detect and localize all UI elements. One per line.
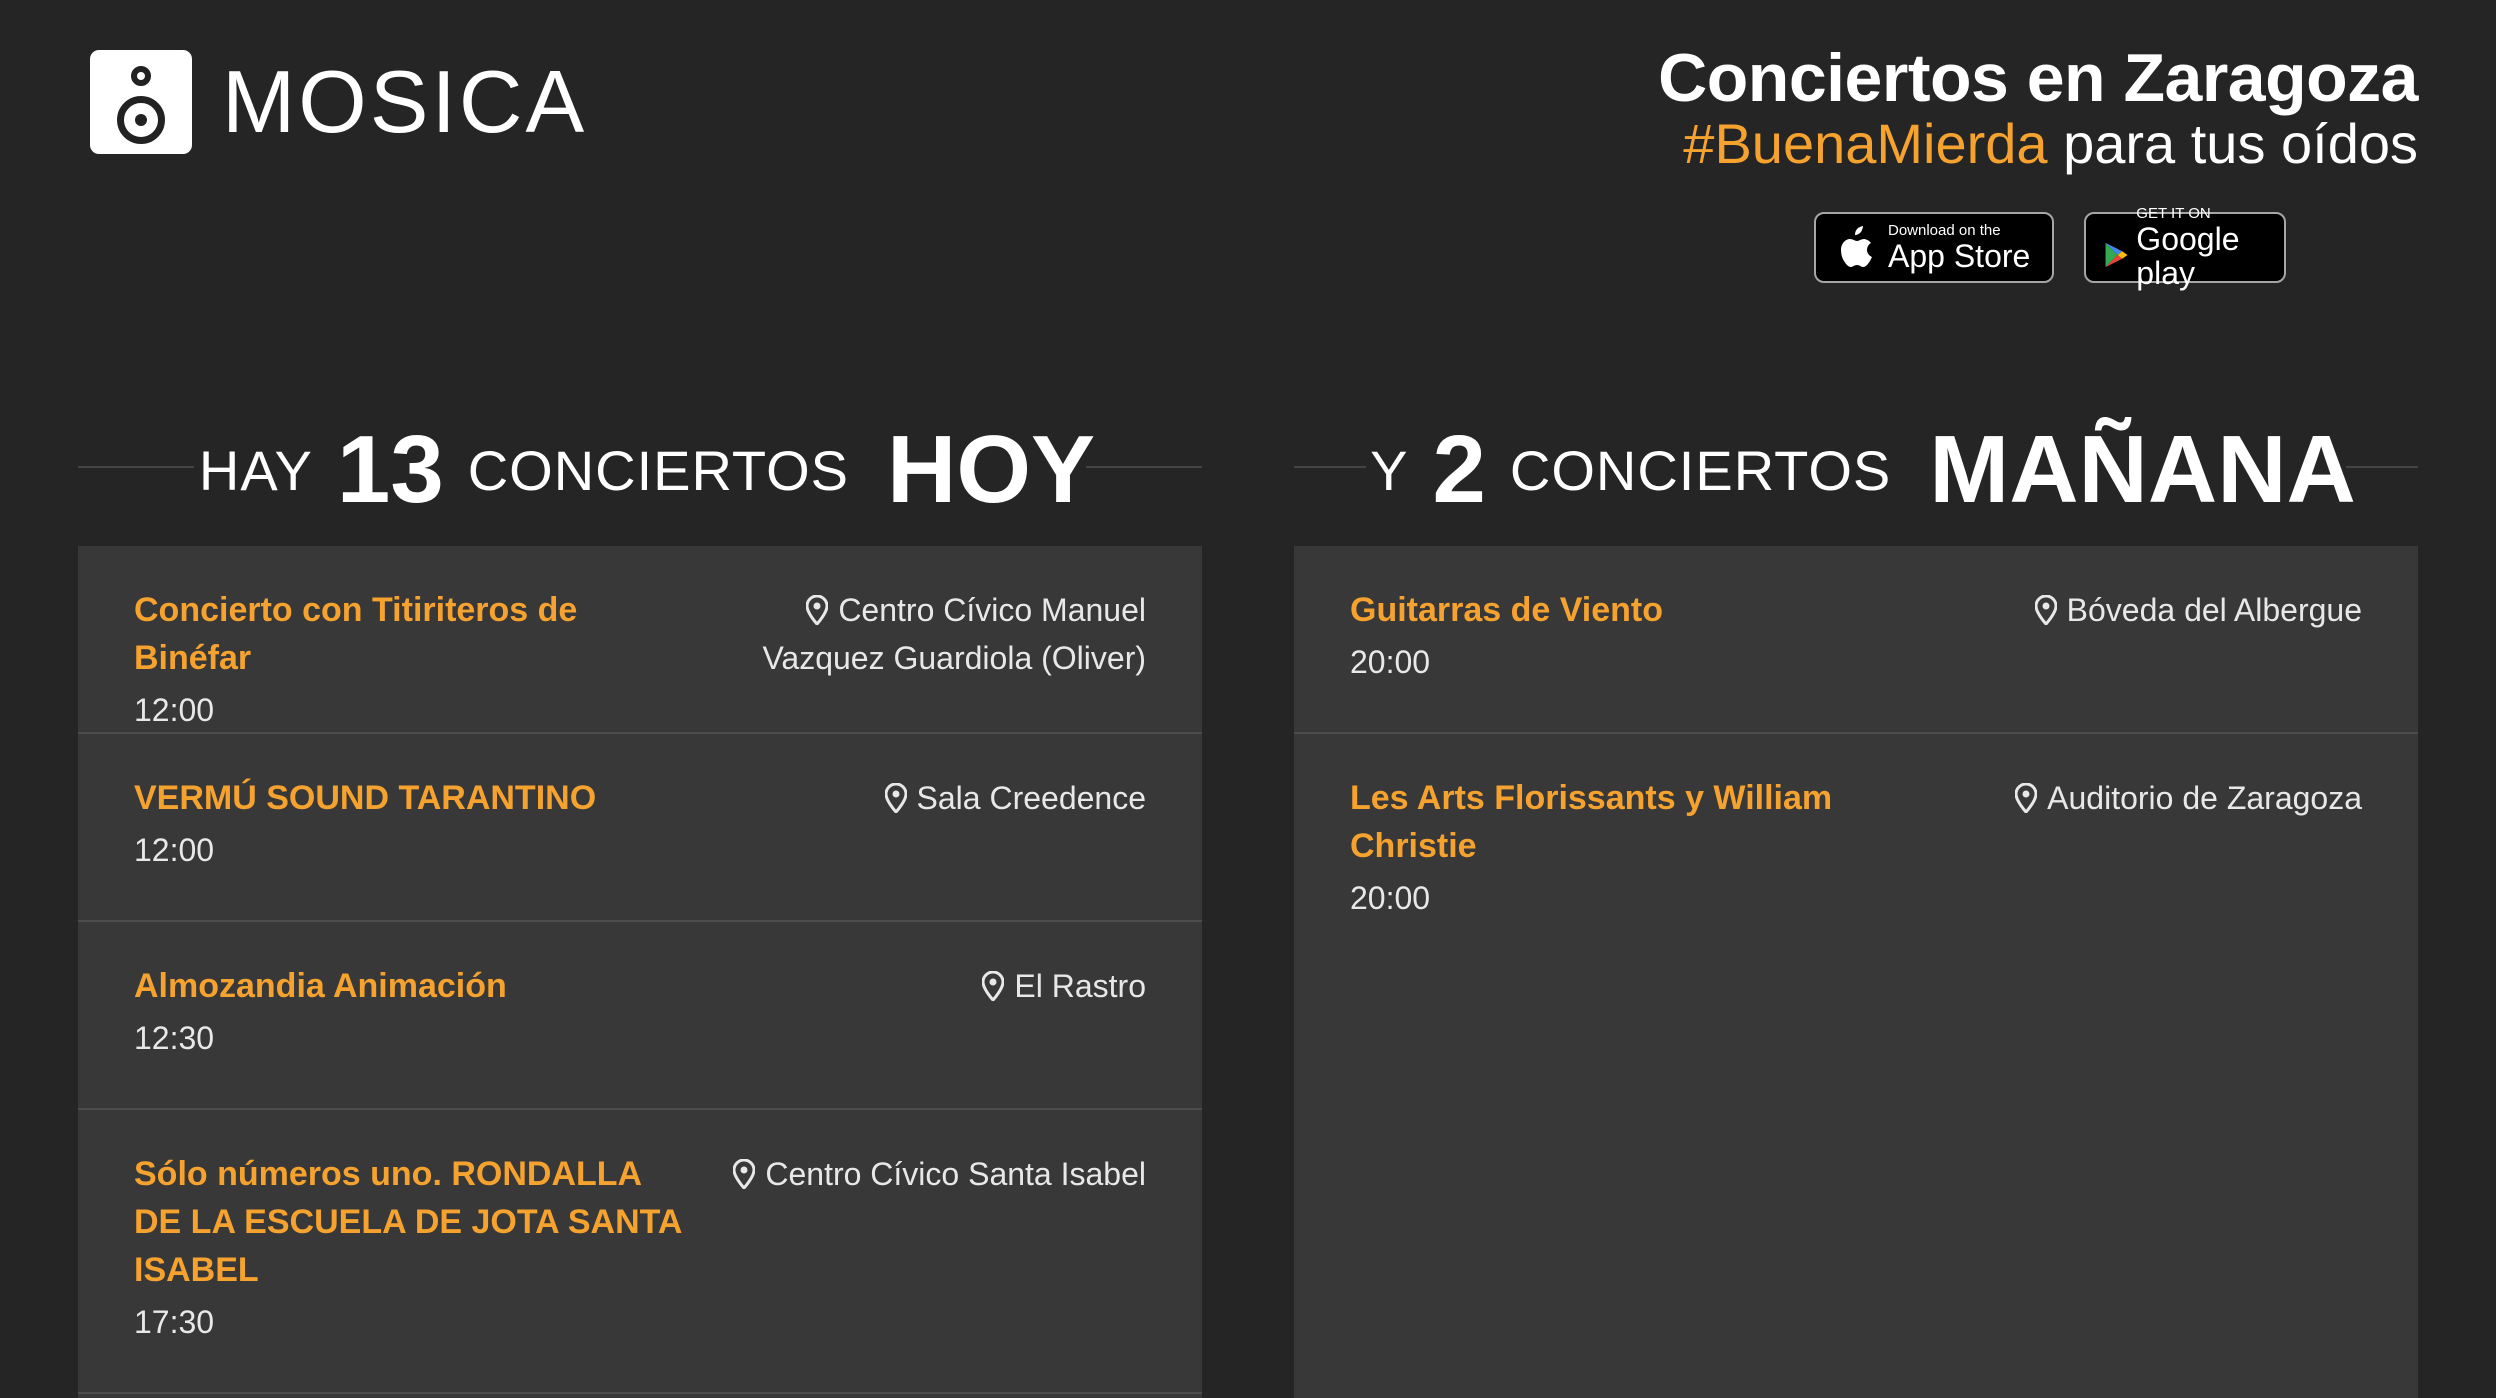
tagline: #BuenaMierda para tus oídos	[1658, 116, 2418, 172]
google-play-badge[interactable]: GET IT ON Google play	[2084, 205, 2286, 290]
tomorrow-day: MAÑANA	[1929, 416, 2356, 523]
google-play-label: Google play	[2136, 220, 2240, 291]
today-day: HOY	[887, 416, 1096, 523]
today-events-panel: Concierto con Titiriteros de Binéfar 12:…	[78, 546, 1202, 1398]
event-time: 12:00	[134, 692, 215, 728]
today-word: CONCIERTOS	[467, 438, 850, 502]
page-title: Conciertos en Zaragoza	[1658, 40, 2418, 116]
logo[interactable]: MOSICA	[90, 50, 587, 154]
map-pin-icon	[2034, 595, 2057, 625]
event-venue-label: Bóveda del Albergue	[2066, 592, 2362, 628]
event-venue-label: Centro Cívico Santa Isabel	[765, 1156, 1146, 1192]
app-store-label: App Store	[1888, 237, 2031, 274]
tomorrow-heading: Y 2 CONCIERTOS MAÑANA	[1294, 410, 2418, 530]
map-pin-icon	[806, 595, 829, 625]
event-time: 17:30	[134, 1304, 215, 1340]
event-name[interactable]: Concierto con Titiriteros de Binéfar	[134, 586, 694, 682]
store-badges: Download on the App Store GET IT ON Goog…	[1814, 205, 2286, 290]
divider	[2346, 466, 2418, 468]
hashtag: #BuenaMierda	[1683, 112, 2048, 175]
tomorrow-prefix: Y	[1370, 438, 1409, 502]
event-name[interactable]: Guitarras de Viento	[1350, 586, 1910, 634]
event-time: 20:00	[1350, 880, 1431, 916]
event-time: 20:00	[1350, 644, 1431, 680]
map-pin-icon	[2015, 783, 2038, 813]
event-name[interactable]: Sólo números uno. RONDALLA DE LA ESCUELA…	[134, 1150, 694, 1294]
event-time: 12:00	[134, 832, 215, 868]
event-item[interactable]: VERMÚ SOUND TARANTINO 12:00 Sala Creeden…	[78, 734, 1202, 922]
apple-icon	[1841, 225, 1872, 267]
event-venue[interactable]: Centro Cívico Santa Isabel	[733, 1150, 1146, 1198]
tomorrow-word: CONCIERTOS	[1509, 438, 1892, 502]
today-heading: HAY 13 CONCIERTOS HOY	[78, 410, 1202, 530]
event-name[interactable]: Almozandia Animación	[134, 962, 694, 1010]
event-venue[interactable]: Sala Creedence	[884, 774, 1146, 822]
event-item[interactable]: Concierto con Titiriteros de Binéfar 12:…	[78, 546, 1202, 734]
google-play-small-label: GET IT ON	[2136, 204, 2211, 222]
event-name[interactable]: VERMÚ SOUND TARANTINO	[134, 774, 694, 822]
tomorrow-count: 2	[1432, 416, 1486, 523]
event-venue[interactable]: Centro Cívico Manuel Vazquez Guardiola (…	[686, 586, 1146, 682]
tomorrow-events-panel: Guitarras de Viento 20:00 Bóveda del Alb…	[1294, 546, 2418, 1398]
site-headline: Conciertos en Zaragoza #BuenaMierda para…	[1658, 40, 2418, 172]
event-venue-label: El Rastro	[1014, 968, 1146, 1004]
brand-name: MOSICA	[222, 52, 588, 151]
today-prefix: HAY	[198, 438, 313, 502]
event-time: 12:30	[134, 1020, 215, 1056]
event-venue[interactable]: Bóveda del Albergue	[2034, 586, 2362, 634]
tagline-text: para tus oídos	[2047, 112, 2418, 175]
event-venue[interactable]: El Rastro	[982, 962, 1146, 1010]
event-name[interactable]: Les Arts Florissants y William Christie	[1350, 774, 1910, 870]
app-store-small-label: Download on the	[1888, 221, 2001, 239]
map-pin-icon	[733, 1159, 756, 1189]
event-item[interactable]: Les Arts Florissants y William Christie …	[1294, 734, 2418, 970]
google-play-icon	[2105, 242, 2128, 267]
event-venue[interactable]: Auditorio de Zaragoza	[2015, 774, 2362, 822]
divider	[1294, 466, 1366, 468]
app-store-badge[interactable]: Download on the App Store	[1814, 212, 2054, 283]
event-item[interactable]: Almozandia Animación 12:30 El Rastro	[78, 922, 1202, 1110]
divider	[1086, 466, 1202, 468]
event-item[interactable]: Sólo números uno. RONDALLA DE LA ESCUELA…	[78, 1110, 1202, 1394]
event-item[interactable]: Guitarras de Viento 20:00 Bóveda del Alb…	[1294, 546, 2418, 734]
map-pin-icon	[982, 971, 1005, 1001]
today-count: 13	[336, 416, 444, 523]
map-pin-icon	[884, 783, 907, 813]
event-venue-label: Sala Creedence	[916, 780, 1146, 816]
divider	[78, 466, 194, 468]
speaker-icon	[90, 50, 192, 154]
event-venue-label: Auditorio de Zaragoza	[2047, 780, 2362, 816]
